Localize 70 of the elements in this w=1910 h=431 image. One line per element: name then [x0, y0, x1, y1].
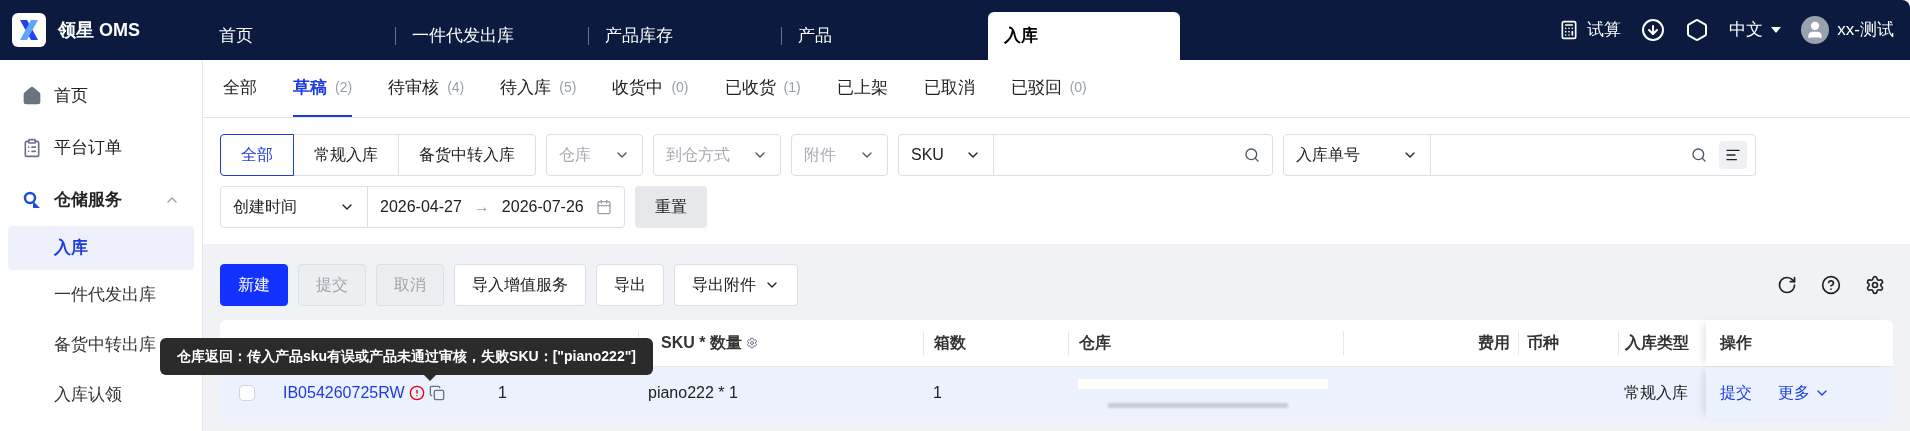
sidebar-item[interactable]: 平台订单	[8, 122, 194, 174]
status-tab[interactable]: 待审核 (4)	[388, 60, 465, 117]
status-tab[interactable]: 已收货 (1)	[724, 60, 801, 117]
date-range-field[interactable]: 创建时间 2026-04-27 → 2026-07-26	[220, 186, 625, 228]
status-tab[interactable]: 已驳回 (0)	[1010, 60, 1087, 117]
toolbar-button[interactable]: 新建	[220, 264, 288, 306]
warehouse-icon	[22, 190, 42, 210]
refresh-icon[interactable]	[1777, 275, 1797, 295]
sku-search-field[interactable]: SKU	[898, 134, 1273, 176]
search-icon[interactable]	[1244, 147, 1260, 163]
home-icon	[22, 86, 42, 106]
sidebar-item[interactable]: 仓储服务	[8, 174, 194, 226]
avatar-icon[interactable]	[1801, 16, 1830, 44]
table-cell-text: 常规入库	[1623, 383, 1689, 403]
calc-link[interactable]: 试算	[1587, 17, 1622, 43]
language-select[interactable]: 中文	[1729, 17, 1782, 43]
nav-tab[interactable]: 入库	[988, 12, 1180, 60]
nav-tab[interactable]: 产品	[782, 12, 974, 60]
user-name[interactable]: xx-测试	[1837, 17, 1894, 43]
column-header: 箱数	[923, 331, 1068, 355]
type-segment[interactable]: 全部	[220, 134, 294, 176]
calendar-icon	[595, 199, 612, 215]
clipboard-icon	[22, 138, 42, 158]
error-tooltip: 仓库返回：传入产品sku有误或产品未通过审核，失败SKU：["piano222"]	[160, 338, 653, 375]
column-header: 仓库	[1068, 331, 1343, 355]
nav-tab[interactable]: 一件代发出库	[396, 12, 588, 60]
tooltip-arrow	[424, 375, 436, 381]
type-segment[interactable]: 常规入库	[293, 134, 399, 176]
table-cell-text: piano222 * 1	[647, 383, 739, 403]
nav-tab[interactable]: 产品库存	[589, 12, 781, 60]
copy-icon[interactable]	[428, 385, 445, 401]
filter-toggle-button[interactable]	[1719, 141, 1747, 169]
logo-icon	[12, 13, 46, 47]
order-search-field[interactable]: 入库单号	[1283, 134, 1756, 176]
column-header: 币种	[1518, 331, 1618, 355]
status-tab[interactable]: 已取消	[923, 60, 975, 117]
column-header: 操作	[1706, 320, 1893, 366]
lines-icon	[1725, 147, 1741, 163]
table-cell-text: 1	[497, 383, 508, 403]
action-link[interactable]: 更多	[1778, 381, 1830, 405]
status-tab[interactable]: 收货中 (0)	[612, 60, 689, 117]
help-icon[interactable]	[1821, 275, 1841, 295]
toolbar-button[interactable]: 导入增值服务	[454, 264, 586, 306]
row-checkbox[interactable]	[238, 385, 255, 401]
status-tab[interactable]: 待入库 (5)	[500, 60, 577, 117]
order-number-link[interactable]: IB054260725RW	[283, 381, 405, 405]
column-header: 入库类型	[1618, 331, 1706, 355]
app-name: 领星 OMS	[58, 18, 140, 42]
type-segment[interactable]: 备货中转入库	[398, 134, 536, 176]
download-icon[interactable]	[1641, 18, 1666, 42]
search-icon[interactable]	[1691, 147, 1707, 163]
sidebar-item[interactable]: 首页	[8, 70, 194, 122]
status-tab[interactable]: 草稿 (2)	[293, 60, 353, 117]
settings-icon[interactable]	[1865, 275, 1885, 295]
status-tab[interactable]: 全部	[223, 60, 257, 117]
reset-button[interactable]: 重置	[634, 186, 707, 228]
toolbar-button[interactable]: 导出附件	[674, 264, 798, 306]
settings-icon[interactable]	[1685, 18, 1710, 42]
date-separator: →	[473, 197, 490, 217]
action-link[interactable]: 提交	[1720, 381, 1752, 405]
table-cell-text: 1	[932, 383, 943, 403]
status-tab[interactable]: 已上架	[836, 60, 888, 117]
toolbar-button[interactable]: 导出	[596, 264, 664, 306]
column-header: SKU * 数量	[661, 333, 742, 353]
sidebar-subitem[interactable]: 一件代发出库	[8, 270, 194, 320]
calculator-icon	[1559, 20, 1580, 40]
column-header: 费用	[1478, 333, 1511, 353]
nav-tab[interactable]: 首页	[203, 12, 395, 60]
error-icon[interactable]	[408, 385, 425, 401]
sidebar-subitem[interactable]: 入库	[8, 226, 194, 270]
